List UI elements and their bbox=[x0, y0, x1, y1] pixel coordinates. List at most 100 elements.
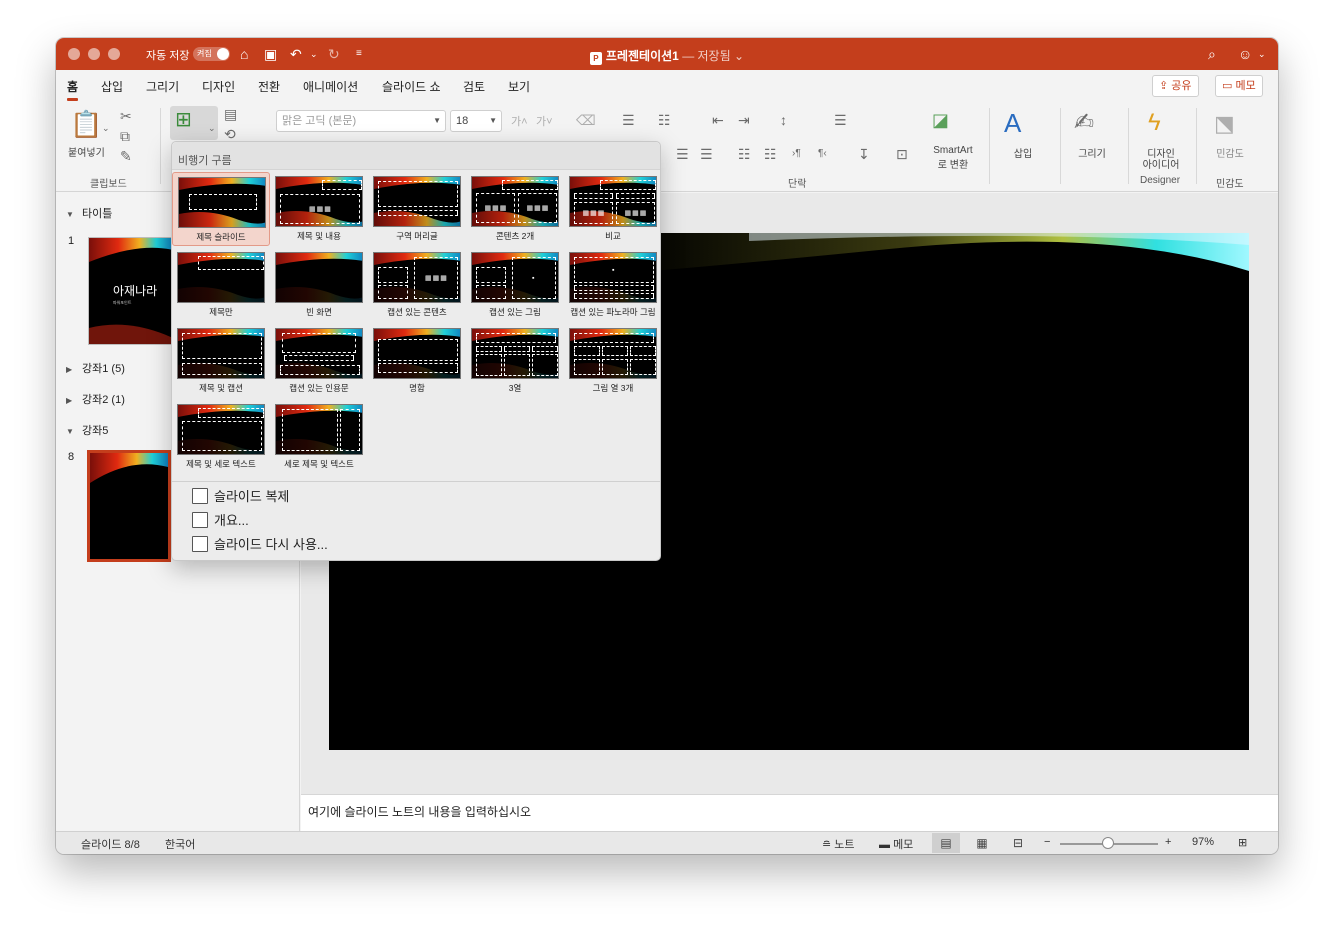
justify-icon[interactable]: ☰ bbox=[700, 146, 713, 162]
fit-to-window-icon[interactable]: ⊞ bbox=[1238, 836, 1247, 849]
smartart-label-2[interactable]: 로 변환 bbox=[930, 156, 976, 171]
outline-command[interactable]: 개요... bbox=[192, 511, 249, 531]
account-dropdown-icon[interactable]: ⌄ bbox=[1258, 45, 1266, 63]
layout-option[interactable]: ▦▦▦ ▦▦▦ 콘텐츠 2개 bbox=[466, 172, 564, 246]
slide-thumbnail-selected[interactable] bbox=[87, 450, 171, 562]
layout-option[interactable]: ▪ 캡션 있는 그림 bbox=[466, 248, 564, 322]
line-spacing-icon[interactable]: ↕ bbox=[780, 112, 787, 128]
insert-textbox-icon[interactable]: A bbox=[1004, 108, 1021, 138]
layout-option[interactable]: 제목 및 세로 텍스트 bbox=[172, 400, 270, 474]
layout-option[interactable]: 구역 머리글 bbox=[368, 172, 466, 246]
zoom-slider-handle[interactable] bbox=[1102, 837, 1114, 849]
paste-icon[interactable]: 📋 bbox=[70, 110, 102, 138]
tab-slideshow[interactable]: 슬라이드 쇼 bbox=[382, 78, 441, 95]
zoom-in-icon[interactable]: + bbox=[1165, 836, 1171, 848]
increase-font-icon[interactable]: 가˄ bbox=[511, 114, 528, 130]
bullets-icon[interactable]: ☰ bbox=[622, 112, 635, 128]
tab-review[interactable]: 검토 bbox=[463, 78, 485, 95]
reset-slide-icon[interactable]: ⟲ bbox=[224, 126, 236, 142]
designer-label-2[interactable]: 아이디어 bbox=[1138, 156, 1184, 171]
increase-indent-icon[interactable]: ⇥ bbox=[738, 112, 750, 128]
lightning-icon[interactable]: ϟ bbox=[1148, 108, 1161, 138]
smartart-icon[interactable]: ◪ bbox=[932, 111, 949, 129]
zoom-out-icon[interactable]: − bbox=[1044, 836, 1050, 848]
layout-option[interactable]: 명함 bbox=[368, 324, 466, 398]
sensitivity-label[interactable]: 민감도 bbox=[1210, 145, 1250, 160]
copy-icon[interactable]: ⧉ bbox=[120, 128, 130, 144]
tab-draw[interactable]: 그리기 bbox=[146, 78, 179, 95]
columns-icon[interactable]: ☰ bbox=[834, 112, 847, 128]
section-header[interactable]: ▼ 타이틀 bbox=[66, 205, 112, 221]
tab-home[interactable]: 홈 bbox=[67, 78, 79, 101]
tab-design[interactable]: 디자인 bbox=[202, 78, 235, 95]
tab-view[interactable]: 보기 bbox=[508, 78, 530, 95]
chevron-down-icon[interactable]: ⌄ bbox=[734, 49, 744, 63]
paste-dropdown-icon[interactable]: ⌄ bbox=[102, 120, 110, 136]
tab-insert[interactable]: 삽입 bbox=[101, 78, 123, 95]
layout-option[interactable]: ▦▦▦ 캡션 있는 콘텐츠 bbox=[368, 248, 466, 322]
layout-thumbnail bbox=[275, 404, 363, 455]
align-right-icon[interactable]: ☰ bbox=[676, 146, 689, 162]
layout-icon[interactable]: ▤ bbox=[224, 106, 237, 122]
font-name-combo[interactable]: 맑은 고딕 (본문) ▼ bbox=[276, 110, 446, 132]
normal-view-button[interactable]: ▤ bbox=[932, 833, 960, 853]
presenter-view-button[interactable]: ⊟ bbox=[1004, 833, 1032, 853]
section-header[interactable]: ▼ 강좌5 bbox=[66, 422, 108, 438]
align-text-icon[interactable]: ☷ bbox=[764, 146, 777, 162]
document-title-area: P 프레젠테이션1 — 저장됨 ⌄ bbox=[56, 47, 1278, 65]
layout-option[interactable]: 제목만 bbox=[172, 248, 270, 322]
layout-option[interactable]: ▦▦▦ ▦▦▦ 비교 bbox=[564, 172, 662, 246]
font-size-combo[interactable]: 18 ▼ bbox=[450, 110, 502, 132]
duplicate-slide-command[interactable]: 슬라이드 복제 bbox=[192, 487, 289, 507]
layout-option[interactable]: ▦▦▦ 제목 및 내용 bbox=[270, 172, 368, 246]
comments-toggle-button[interactable]: ▬ 메모 bbox=[879, 836, 913, 852]
section-header[interactable]: ▶ 강좌2 (1) bbox=[66, 391, 125, 407]
comments-button[interactable]: ▭ 메모 bbox=[1215, 75, 1263, 97]
layout-dropdown-icon[interactable]: ⌄ bbox=[208, 120, 216, 136]
notes-placeholder[interactable]: 여기에 슬라이드 노트의 내용을 입력하십시오 bbox=[308, 803, 531, 820]
account-icon[interactable]: ☺ bbox=[1238, 45, 1252, 63]
paste-label[interactable]: 붙여넣기 bbox=[68, 144, 105, 159]
zoom-level[interactable]: 97% bbox=[1192, 836, 1214, 848]
decrease-indent-icon[interactable]: ⇤ bbox=[712, 112, 724, 128]
section-header[interactable]: ▶ 강좌1 (5) bbox=[66, 360, 125, 376]
language-indicator[interactable]: 한국어 bbox=[165, 836, 195, 852]
insert-label[interactable]: 삽입 bbox=[1006, 145, 1040, 160]
command-label: 슬라이드 복제 bbox=[214, 489, 290, 504]
smartart-label[interactable]: SmartArt bbox=[930, 145, 976, 156]
draw-icon[interactable]: ✍ bbox=[1074, 108, 1094, 138]
text-direction-icon[interactable]: ↧ bbox=[858, 146, 870, 162]
layout-option[interactable]: 3열 bbox=[466, 324, 564, 398]
layout-option[interactable]: 빈 화면 bbox=[270, 248, 368, 322]
decrease-font-icon[interactable]: 가˅ bbox=[536, 114, 553, 130]
search-icon[interactable]: ⌕ bbox=[1208, 45, 1216, 63]
slide-sorter-view-button[interactable]: ▦ bbox=[968, 833, 996, 853]
format-painter-icon[interactable]: ✎ bbox=[120, 148, 132, 164]
rtl-icon[interactable]: ¶‹ bbox=[818, 146, 827, 162]
share-button[interactable]: ⇪ 공유 bbox=[1152, 75, 1199, 97]
slide-thumbnail[interactable]: 아재나라 파워포인트 bbox=[88, 237, 172, 345]
tab-animations[interactable]: 애니메이션 bbox=[303, 78, 358, 95]
reuse-slides-command[interactable]: 슬라이드 다시 사용... bbox=[192, 535, 328, 555]
distribute-icon[interactable]: ☷ bbox=[738, 146, 751, 162]
notes-toggle-button[interactable]: ≘ 노트 bbox=[822, 836, 855, 852]
layout-option[interactable]: 제목 슬라이드 bbox=[172, 172, 270, 246]
cut-icon[interactable]: ✂ bbox=[120, 108, 132, 124]
layout-option[interactable]: 캡션 있는 인용문 bbox=[270, 324, 368, 398]
layout-option[interactable]: 세로 제목 및 텍스트 bbox=[270, 400, 368, 474]
sensitivity-icon[interactable]: ⬔ bbox=[1214, 110, 1235, 138]
numbering-icon[interactable]: ☷ bbox=[658, 112, 671, 128]
layout-option[interactable]: ▪ 캡션 있는 파노라마 그림 bbox=[564, 248, 662, 322]
placeholder-box: ▦▦▦ bbox=[476, 193, 515, 223]
clear-formatting-icon[interactable]: ⌫ bbox=[576, 112, 596, 128]
layout-option-label: 제목 및 세로 텍스트 bbox=[186, 459, 256, 469]
layout-option[interactable]: 제목 및 캡션 bbox=[172, 324, 270, 398]
draw-label[interactable]: 그리기 bbox=[1072, 145, 1112, 160]
tab-transitions[interactable]: 전환 bbox=[258, 78, 280, 95]
notes-pane[interactable]: 여기에 슬라이드 노트의 내용을 입력하십시오 bbox=[301, 794, 1278, 831]
align-vertical-icon[interactable]: ⊡ bbox=[896, 146, 908, 162]
document-title[interactable]: 프레젠테이션1 bbox=[606, 49, 679, 63]
layout-option[interactable]: 그림 열 3개 bbox=[564, 324, 662, 398]
ltr-icon[interactable]: ›¶ bbox=[792, 146, 801, 162]
new-slide-icon[interactable]: ⊞ bbox=[175, 110, 192, 130]
